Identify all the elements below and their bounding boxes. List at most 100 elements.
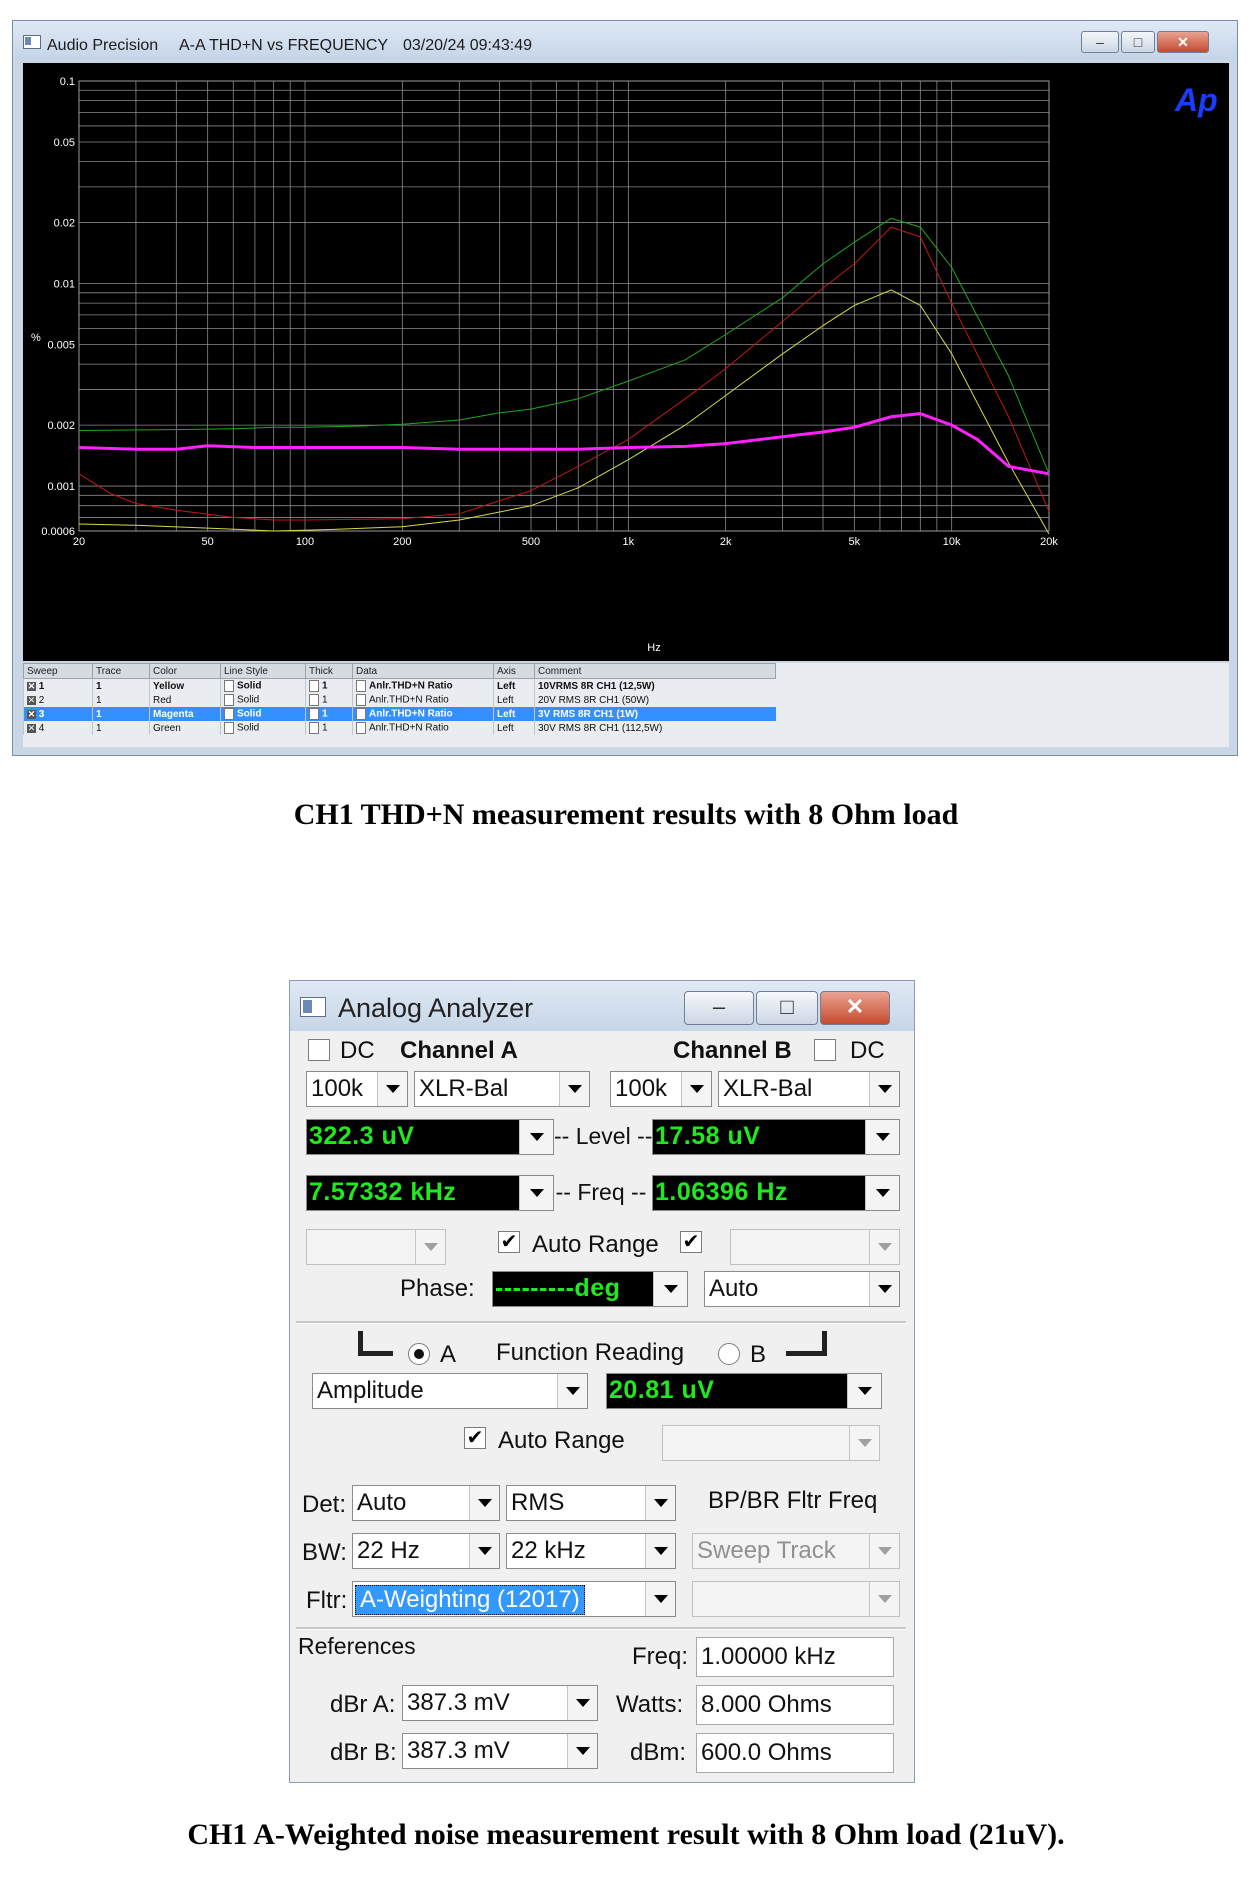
channel-b-freq-reading[interactable]: 1.06396 Hz [652, 1175, 900, 1211]
chevron-down-icon[interactable] [847, 1374, 881, 1408]
legend-data-cell: Anlr.THD+N Ratio [352, 721, 494, 735]
radio-channel-a[interactable] [408, 1343, 430, 1365]
bw-low-select[interactable]: 22 Hz [352, 1533, 500, 1569]
minimize-button[interactable]: – [684, 991, 754, 1025]
chevron-down-icon[interactable] [559, 1072, 589, 1106]
chevron-down-icon[interactable] [415, 1230, 445, 1264]
chevron-down-icon[interactable] [869, 1072, 899, 1106]
dc-checkbox-b[interactable] [814, 1039, 836, 1061]
detector-select[interactable]: Auto [352, 1485, 500, 1521]
radio-channel-b[interactable] [718, 1343, 740, 1365]
dropdown-icon[interactable] [224, 694, 234, 706]
chevron-down-icon[interactable] [869, 1230, 899, 1264]
auto-range-checkbox-b[interactable]: ✔ [680, 1231, 702, 1253]
function-range-select[interactable] [662, 1425, 880, 1461]
chevron-down-icon[interactable] [869, 1582, 899, 1616]
close-icon[interactable]: ✕ [27, 681, 36, 691]
legend-style-cell: Solid [220, 693, 306, 707]
chevron-down-icon[interactable] [869, 1534, 899, 1568]
chevron-down-icon[interactable] [869, 1272, 899, 1306]
channel-b-input-value: XLR-Bal [723, 1075, 813, 1102]
ref-freq-field[interactable]: 1.00000 kHz [696, 1637, 894, 1677]
legend-sweep: 1 [38, 680, 45, 692]
channel-a-freq-reading[interactable]: 7.57332 kHz [306, 1175, 554, 1211]
chevron-down-icon[interactable] [377, 1072, 407, 1106]
analyzer-title: Analog Analyzer [338, 993, 534, 1023]
filter-freq-select[interactable] [692, 1581, 900, 1617]
chevron-down-icon[interactable] [849, 1426, 879, 1460]
bw-high-select[interactable]: 22 kHz [506, 1533, 676, 1569]
chevron-down-icon[interactable] [469, 1534, 499, 1568]
watts-field[interactable]: 8.000 Ohms [696, 1685, 894, 1725]
maximize-button[interactable]: □ [1121, 31, 1155, 53]
y-tick-label: 0.002 [47, 420, 75, 432]
function-auto-range-checkbox[interactable]: ✔ [464, 1427, 486, 1449]
legend-row[interactable]: ✕ 4 1 Green Solid 1 Anlr.THD+N Ratio Lef… [23, 721, 776, 735]
chevron-down-icon[interactable] [519, 1120, 553, 1154]
dropdown-icon[interactable] [309, 722, 319, 734]
chevron-down-icon[interactable] [557, 1374, 587, 1408]
chevron-down-icon[interactable] [645, 1534, 675, 1568]
channel-a-input-select[interactable]: XLR-Bal [414, 1071, 590, 1107]
dropdown-icon[interactable] [309, 708, 319, 720]
channel-a-range-mode-select[interactable] [306, 1229, 446, 1265]
x-tick-label: 50 [202, 536, 214, 548]
dbra-select[interactable]: 387.3 mV [402, 1685, 598, 1721]
dropdown-icon[interactable] [356, 708, 366, 720]
dropdown-icon[interactable] [309, 680, 319, 692]
dbm-field[interactable]: 600.0 Ohms [696, 1733, 894, 1773]
dropdown-icon[interactable] [356, 694, 366, 706]
channel-b-level-reading[interactable]: 17.58 uV [652, 1119, 900, 1155]
legend-thick: 1 [322, 680, 328, 692]
legend-axis: Left [493, 678, 535, 693]
legend-row[interactable]: ✕ 2 1 Red Solid 1 Anlr.THD+N Ratio Left … [23, 693, 776, 707]
legend-style-cell: Solid [220, 707, 306, 721]
chevron-down-icon[interactable] [645, 1486, 675, 1520]
channel-a-level-reading[interactable]: 322.3 uV [306, 1119, 554, 1155]
legend-sweep-cell: ✕ 2 [23, 693, 93, 707]
dropdown-icon[interactable] [309, 694, 319, 706]
chevron-down-icon[interactable] [645, 1582, 675, 1616]
close-icon[interactable]: ✕ [27, 723, 36, 733]
dropdown-icon[interactable] [224, 680, 234, 692]
maximize-button[interactable]: □ [756, 991, 818, 1025]
dc-checkbox-a[interactable] [308, 1039, 330, 1061]
graph-timestamp: 03/20/24 09:43:49 [403, 37, 533, 54]
dbrb-select[interactable]: 387.3 mV [402, 1733, 598, 1769]
channel-a-range-select[interactable]: 100k [306, 1071, 408, 1107]
dropdown-icon[interactable] [224, 708, 234, 720]
phase-reading[interactable]: ---------deg [492, 1271, 688, 1307]
dropdown-icon[interactable] [224, 722, 234, 734]
app-name: Audio Precision [47, 37, 159, 54]
detector-mode-select[interactable]: RMS [506, 1485, 676, 1521]
chevron-down-icon[interactable] [469, 1486, 499, 1520]
close-icon[interactable]: ✕ [27, 695, 36, 705]
chevron-down-icon[interactable] [681, 1072, 711, 1106]
sweep-track-select[interactable]: Sweep Track [692, 1533, 900, 1569]
chevron-down-icon[interactable] [865, 1176, 899, 1210]
dropdown-icon[interactable] [356, 680, 366, 692]
chevron-down-icon[interactable] [653, 1272, 687, 1306]
filter-select[interactable]: A-Weighting (12017) [352, 1581, 676, 1617]
dropdown-icon[interactable] [356, 722, 366, 734]
minimize-button[interactable]: – [1081, 31, 1119, 53]
series-line [78, 289, 1050, 535]
chevron-down-icon[interactable] [567, 1686, 597, 1720]
chevron-down-icon[interactable] [519, 1176, 553, 1210]
chevron-down-icon[interactable] [865, 1120, 899, 1154]
function-reading[interactable]: 20.81 uV [606, 1373, 882, 1409]
auto-range-checkbox-a[interactable]: ✔ [498, 1231, 520, 1253]
phase-mode-select[interactable]: Auto [704, 1271, 900, 1307]
legend-row-selected[interactable]: ✕ 3 1 Magenta Solid 1 Anlr.THD+N Ratio L… [23, 707, 776, 721]
legend-row[interactable]: ✕ 1 1 Yellow Solid 1 Anlr.THD+N Ratio Le… [23, 678, 776, 693]
channel-b-input-select[interactable]: XLR-Bal [718, 1071, 900, 1107]
function-select[interactable]: Amplitude [312, 1373, 588, 1409]
channel-b-range-mode-select[interactable] [730, 1229, 900, 1265]
legend-thick-cell: 1 [305, 721, 353, 735]
close-button[interactable]: ✕ [820, 991, 890, 1025]
close-button[interactable]: ✕ [1157, 31, 1209, 53]
chevron-down-icon[interactable] [567, 1734, 597, 1768]
close-icon[interactable]: ✕ [27, 709, 36, 719]
channel-b-range-select[interactable]: 100k [610, 1071, 712, 1107]
legend-data-cell: Anlr.THD+N Ratio [352, 678, 494, 693]
